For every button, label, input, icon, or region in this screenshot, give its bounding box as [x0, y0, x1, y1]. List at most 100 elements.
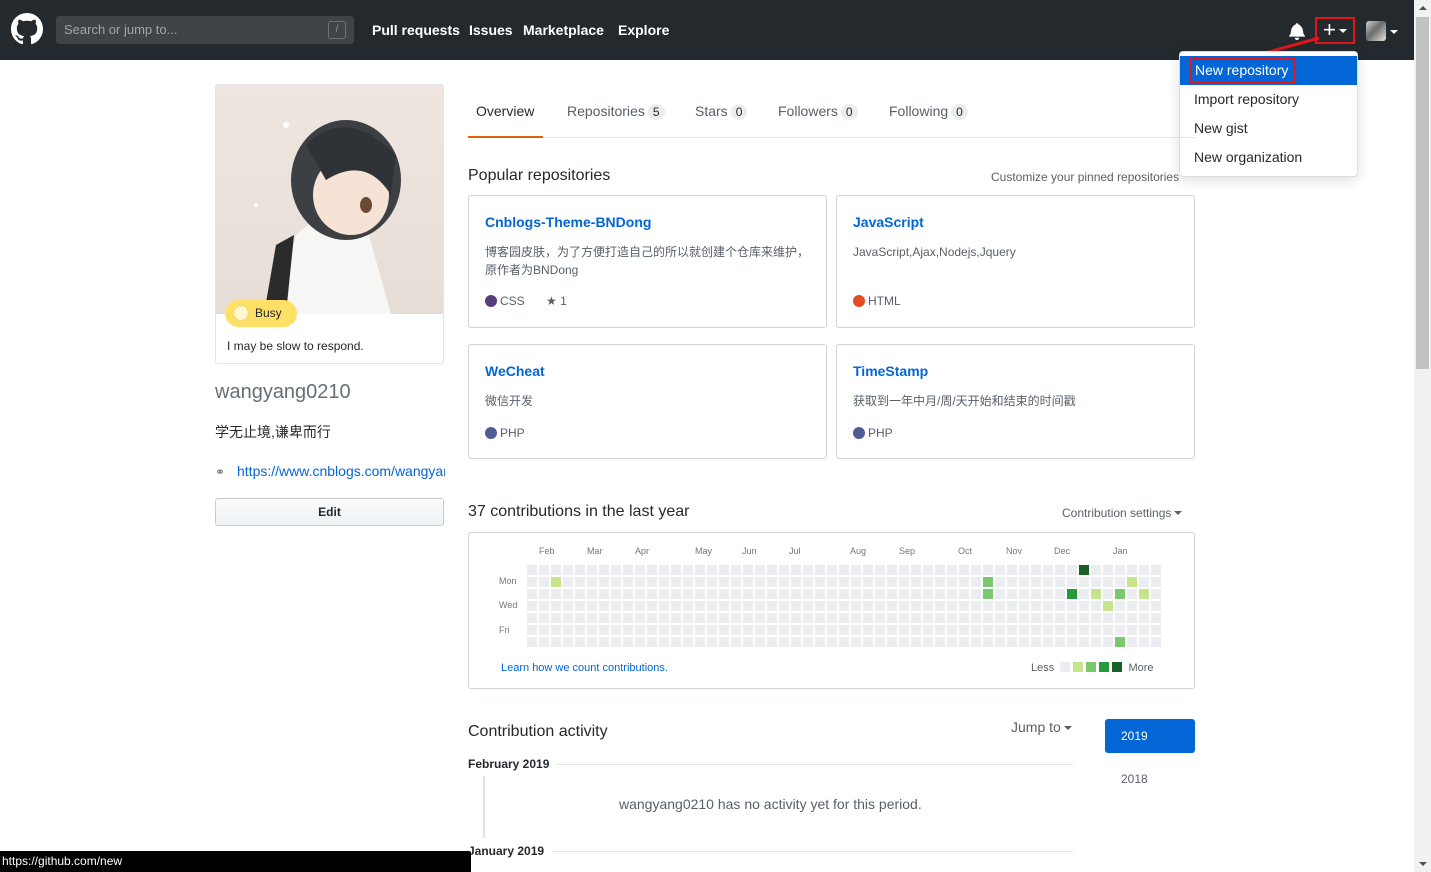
contribution-day-cell[interactable] [1139, 577, 1149, 587]
edit-profile-button[interactable]: Edit [215, 498, 444, 526]
contribution-day-cell[interactable] [1007, 637, 1017, 647]
contribution-day-cell[interactable] [851, 625, 861, 635]
contribution-day-cell[interactable] [899, 565, 909, 575]
contribution-day-cell[interactable] [683, 577, 693, 587]
contribution-day-cell[interactable] [635, 565, 645, 575]
contribution-day-cell[interactable] [1139, 565, 1149, 575]
contribution-day-cell[interactable] [1127, 577, 1137, 587]
contribution-day-cell[interactable] [767, 625, 777, 635]
contribution-day-cell[interactable] [647, 577, 657, 587]
contribution-day-cell[interactable] [767, 577, 777, 587]
contribution-day-cell[interactable] [923, 613, 933, 623]
contribution-day-cell[interactable] [707, 601, 717, 611]
contribution-day-cell[interactable] [899, 589, 909, 599]
contribution-day-cell[interactable] [791, 589, 801, 599]
contribution-day-cell[interactable] [587, 625, 597, 635]
contribution-day-cell[interactable] [851, 565, 861, 575]
contribution-day-cell[interactable] [1127, 625, 1137, 635]
contribution-day-cell[interactable] [587, 601, 597, 611]
contribution-day-cell[interactable] [1151, 589, 1161, 599]
contribution-day-cell[interactable] [659, 625, 669, 635]
contribution-day-cell[interactable] [983, 577, 993, 587]
contribution-day-cell[interactable] [1139, 613, 1149, 623]
contribution-day-cell[interactable] [743, 625, 753, 635]
contribution-day-cell[interactable] [539, 637, 549, 647]
contribution-day-cell[interactable] [947, 637, 957, 647]
contribution-day-cell[interactable] [1079, 601, 1089, 611]
contribution-day-cell[interactable] [827, 589, 837, 599]
contribution-day-cell[interactable] [851, 601, 861, 611]
contribution-day-cell[interactable] [659, 637, 669, 647]
contribution-day-cell[interactable] [563, 601, 573, 611]
contribution-day-cell[interactable] [527, 589, 537, 599]
contribution-day-cell[interactable] [623, 565, 633, 575]
contribution-settings-dropdown[interactable]: Contribution settings [1062, 506, 1183, 520]
contribution-day-cell[interactable] [827, 565, 837, 575]
contribution-day-cell[interactable] [875, 637, 885, 647]
contribution-day-cell[interactable] [875, 589, 885, 599]
contribution-day-cell[interactable] [731, 625, 741, 635]
contribution-day-cell[interactable] [839, 625, 849, 635]
contribution-day-cell[interactable] [827, 625, 837, 635]
contribution-day-cell[interactable] [527, 577, 537, 587]
scroll-down-icon[interactable] [1419, 862, 1427, 866]
contribution-day-cell[interactable] [815, 565, 825, 575]
contribution-day-cell[interactable] [935, 565, 945, 575]
contribution-day-cell[interactable] [575, 577, 585, 587]
contribution-day-cell[interactable] [1103, 589, 1113, 599]
contribution-day-cell[interactable] [959, 637, 969, 647]
repo-name-link[interactable]: WeCheat [485, 363, 545, 379]
contribution-day-cell[interactable] [779, 637, 789, 647]
status-badge[interactable]: Busy [225, 300, 297, 327]
contribution-day-cell[interactable] [707, 613, 717, 623]
contribution-day-cell[interactable] [695, 601, 705, 611]
contribution-day-cell[interactable] [923, 565, 933, 575]
contribution-day-cell[interactable] [647, 589, 657, 599]
contribution-day-cell[interactable] [923, 577, 933, 587]
contribution-day-cell[interactable] [911, 625, 921, 635]
contribution-day-cell[interactable] [947, 577, 957, 587]
contribution-day-cell[interactable] [1043, 589, 1053, 599]
contribution-day-cell[interactable] [995, 577, 1005, 587]
repo-stars-count[interactable]: 1 [560, 294, 567, 308]
contribution-day-cell[interactable] [1151, 625, 1161, 635]
contribution-day-cell[interactable] [1031, 589, 1041, 599]
contribution-day-cell[interactable] [1127, 601, 1137, 611]
contribution-day-cell[interactable] [623, 637, 633, 647]
contribution-day-cell[interactable] [623, 577, 633, 587]
contribution-day-cell[interactable] [803, 625, 813, 635]
contribution-day-cell[interactable] [731, 589, 741, 599]
contribution-day-cell[interactable] [635, 577, 645, 587]
contribution-day-cell[interactable] [1007, 577, 1017, 587]
contribution-day-cell[interactable] [983, 613, 993, 623]
contribution-day-cell[interactable] [719, 637, 729, 647]
contribution-day-cell[interactable] [527, 565, 537, 575]
contribution-day-cell[interactable] [1103, 613, 1113, 623]
contribution-day-cell[interactable] [779, 613, 789, 623]
tab-followers[interactable]: Followers 0 [778, 103, 858, 120]
contribution-day-cell[interactable] [1079, 589, 1089, 599]
contribution-day-cell[interactable] [1043, 601, 1053, 611]
contribution-day-cell[interactable] [551, 625, 561, 635]
contribution-day-cell[interactable] [563, 625, 573, 635]
contribution-day-cell[interactable] [863, 601, 873, 611]
contribution-day-cell[interactable] [671, 589, 681, 599]
contribution-day-cell[interactable] [863, 577, 873, 587]
contribution-day-cell[interactable] [959, 625, 969, 635]
contribution-day-cell[interactable] [839, 613, 849, 623]
menu-new-repository[interactable]: New repository [1180, 56, 1357, 85]
github-logo-icon[interactable] [11, 13, 43, 45]
contribution-day-cell[interactable] [1019, 589, 1029, 599]
contribution-day-cell[interactable] [743, 637, 753, 647]
contribution-day-cell[interactable] [875, 601, 885, 611]
nav-issues[interactable]: Issues [469, 22, 513, 38]
contribution-day-cell[interactable] [671, 613, 681, 623]
contribution-day-cell[interactable] [1079, 637, 1089, 647]
contribution-day-cell[interactable] [767, 613, 777, 623]
contribution-day-cell[interactable] [1079, 625, 1089, 635]
contribution-day-cell[interactable] [671, 601, 681, 611]
contribution-day-cell[interactable] [1139, 601, 1149, 611]
nav-marketplace[interactable]: Marketplace [523, 22, 604, 38]
contribution-day-cell[interactable] [983, 625, 993, 635]
contribution-day-cell[interactable] [779, 601, 789, 611]
